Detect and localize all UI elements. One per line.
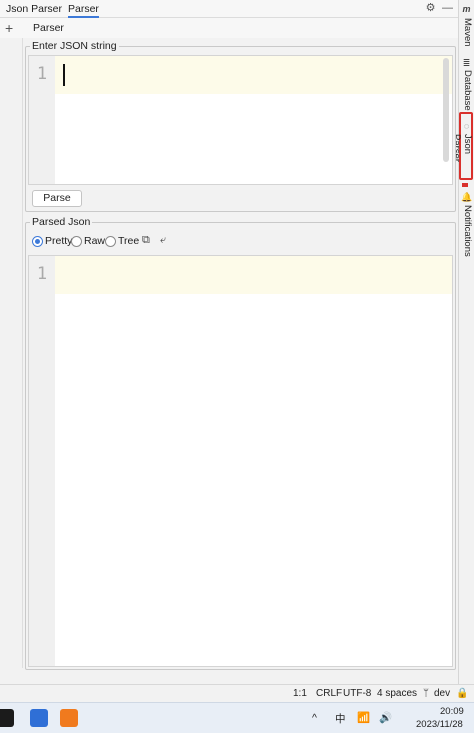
input-panel: Enter JSON string 1 Parse [25, 40, 456, 212]
input-current-line [55, 56, 452, 94]
input-line-number: 1 [36, 64, 48, 84]
marker-icon [462, 183, 468, 187]
wrap-icon[interactable]: ⤶ [160, 234, 166, 247]
json-output-editor[interactable]: 1 [28, 255, 453, 667]
notepad-app-icon[interactable] [30, 709, 48, 727]
editor-app-icon[interactable] [60, 709, 78, 727]
ide-app-icon[interactable] [0, 709, 14, 727]
json-icon: ◌ [463, 121, 470, 131]
copy-icon[interactable]: ⧉ [142, 234, 150, 247]
clock-time[interactable]: 20:09 [440, 706, 464, 717]
os-taskbar: ^ 中 📶 🔊 20:09 2023/11/28 [0, 702, 474, 733]
status-bar: 1:1 CRLF UTF-8 4 spaces ᛘ dev 🔒 [0, 684, 474, 703]
output-gutter [29, 256, 55, 666]
label-pretty: Pretty [45, 235, 73, 247]
line-ending[interactable]: CRLF [316, 688, 342, 700]
stripe-maven[interactable]: Maven [461, 18, 473, 47]
sub-tab-parser[interactable]: Parser [33, 22, 64, 34]
tool-window-header: Json Parser Parser ⚙ — [0, 0, 458, 18]
indent-setting[interactable]: 4 spaces [377, 688, 417, 700]
volume-icon[interactable]: 🔊 [379, 711, 392, 724]
json-parser-highlight[interactable]: ◌ Json Parser [451, 112, 473, 180]
caret-position[interactable]: 1:1 [293, 688, 307, 700]
output-line-number: 1 [36, 264, 48, 284]
git-branch[interactable]: dev [434, 688, 450, 700]
content-tabs-bar: + Parser [0, 18, 458, 38]
tab-parser[interactable]: Parser [68, 2, 99, 18]
maven-icon: m [462, 4, 471, 14]
database-icon: ≣ [462, 58, 471, 68]
stripe-notifications[interactable]: Notifications [461, 205, 473, 257]
tab-json-parser[interactable]: Json Parser [6, 2, 62, 16]
left-strip [0, 38, 23, 668]
ime-indicator[interactable]: 中 [335, 711, 346, 726]
radio-tree[interactable] [105, 236, 116, 247]
gear-icon[interactable]: ⚙ [424, 2, 437, 15]
stripe-json-parser[interactable]: Json Parser [451, 134, 473, 178]
parse-button[interactable]: Parse [32, 190, 82, 207]
right-tool-stripe: m Maven ≣ Database ◌ Json Parser 🔔 Notif… [451, 0, 474, 684]
output-panel: Parsed Json Pretty Raw Tree ⧉ ⤶ 1 [25, 216, 456, 670]
file-encoding[interactable]: UTF-8 [343, 688, 371, 700]
add-icon[interactable]: + [5, 20, 13, 36]
json-input-editor[interactable]: 1 [28, 55, 453, 185]
notifications-icon: 🔔 [461, 192, 473, 202]
radio-pretty[interactable] [32, 236, 43, 247]
text-caret [63, 64, 65, 86]
chevron-up-icon[interactable]: ^ [312, 712, 317, 724]
output-current-line [55, 256, 452, 294]
label-raw: Raw [84, 235, 106, 247]
wifi-icon[interactable]: 📶 [357, 711, 370, 724]
lock-icon[interactable]: 🔒 [456, 688, 468, 700]
label-tree: Tree [118, 235, 140, 247]
clock-date[interactable]: 2023/11/28 [416, 719, 463, 730]
stripe-database[interactable]: Database [461, 70, 473, 111]
input-panel-title: Enter JSON string [30, 40, 119, 53]
branch-icon: ᛘ [423, 688, 429, 699]
output-panel-title: Parsed Json [30, 216, 93, 229]
radio-raw[interactable] [71, 236, 82, 247]
input-scrollbar[interactable] [443, 58, 449, 162]
minimize-icon[interactable]: — [441, 2, 454, 15]
